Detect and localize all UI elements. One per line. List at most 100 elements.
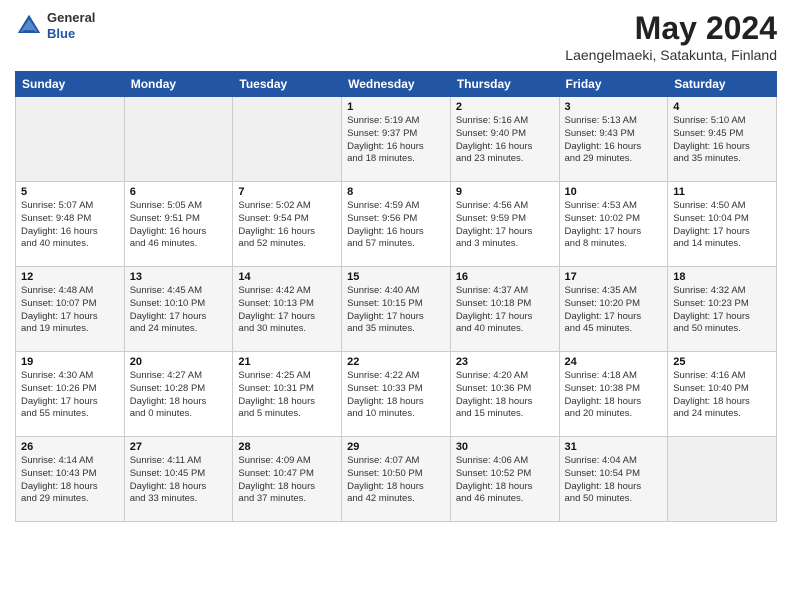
calendar-cell: 26 Sunrise: 4:14 AM Sunset: 10:43 PM Dayl… [16,437,125,522]
day-info: Sunrise: 4:22 AM Sunset: 10:33 PM Daylig… [347,370,445,421]
day-info: Sunrise: 4:30 AM Sunset: 10:26 PM Daylig… [21,370,119,421]
calendar-cell: 18Sunrise: 4:32 AM Sunset: 10:23 PM Dayl… [668,267,777,352]
day-info: Sunrise: 4:25 AM Sunset: 10:31 PM Daylig… [238,370,336,421]
calendar-cell: 14 Sunrise: 4:42 AM Sunset: 10:13 PM Dayl… [233,267,342,352]
day-number: 21 [238,356,336,368]
calendar-cell: 21 Sunrise: 4:25 AM Sunset: 10:31 PM Dayl… [233,352,342,437]
day-info: Sunrise: 4:16 AM Sunset: 10:40 PM Daylig… [673,370,771,421]
weekday-header-tuesday: Tuesday [233,72,342,97]
calendar-cell: 5Sunrise: 5:07 AM Sunset: 9:48 PM Daylig… [16,182,125,267]
day-number: 12 [21,271,119,283]
day-number: 14 [238,271,336,283]
calendar-cell: 11 Sunrise: 4:50 AM Sunset: 10:04 PM Dayl… [668,182,777,267]
weekday-header-wednesday: Wednesday [342,72,451,97]
calendar-cell: 8 Sunrise: 4:59 AM Sunset: 9:56 PM Daylig… [342,182,451,267]
day-info: Sunrise: 4:37 AM Sunset: 10:18 PM Daylig… [456,285,554,336]
calendar-cell: 25 Sunrise: 4:16 AM Sunset: 10:40 PM Dayl… [668,352,777,437]
weekday-header-sunday: Sunday [16,72,125,97]
day-number: 26 [21,441,119,453]
day-info: Sunrise: 4:40 AM Sunset: 10:15 PM Daylig… [347,285,445,336]
day-info: Sunrise: 4:59 AM Sunset: 9:56 PM Dayligh… [347,200,445,251]
day-info: Sunrise: 4:48 AM Sunset: 10:07 PM Daylig… [21,285,119,336]
day-info: Sunrise: 4:18 AM Sunset: 10:38 PM Daylig… [565,370,663,421]
day-info: Sunrise: 4:27 AM Sunset: 10:28 PM Daylig… [130,370,228,421]
day-number: 2 [456,101,554,113]
location-subtitle: Laengelmaeki, Satakunta, Finland [565,47,777,63]
day-info: Sunrise: 4:09 AM Sunset: 10:47 PM Daylig… [238,455,336,506]
calendar-cell: 6 Sunrise: 5:05 AM Sunset: 9:51 PM Daylig… [124,182,233,267]
calendar-cell: 1Sunrise: 5:19 AM Sunset: 9:37 PM Daylig… [342,97,451,182]
day-number: 7 [238,186,336,198]
day-number: 11 [673,186,771,198]
day-number: 6 [130,186,228,198]
calendar-cell: 22 Sunrise: 4:22 AM Sunset: 10:33 PM Dayl… [342,352,451,437]
day-info: Sunrise: 4:53 AM Sunset: 10:02 PM Daylig… [565,200,663,251]
page-header: General Blue May 2024 Laengelmaeki, Sata… [15,10,777,63]
calendar-cell: 30Sunrise: 4:06 AM Sunset: 10:52 PM Dayl… [450,437,559,522]
calendar-cell: 31 Sunrise: 4:04 AM Sunset: 10:54 PM Dayl… [559,437,668,522]
month-year-title: May 2024 [565,10,777,47]
logo: General Blue [15,10,95,41]
day-info: Sunrise: 4:42 AM Sunset: 10:13 PM Daylig… [238,285,336,336]
weekday-header-monday: Monday [124,72,233,97]
logo-icon [15,12,43,40]
day-number: 3 [565,101,663,113]
calendar-cell: 7Sunrise: 5:02 AM Sunset: 9:54 PM Daylig… [233,182,342,267]
calendar-cell: 16 Sunrise: 4:37 AM Sunset: 10:18 PM Dayl… [450,267,559,352]
weekday-header-thursday: Thursday [450,72,559,97]
day-info: Sunrise: 4:50 AM Sunset: 10:04 PM Daylig… [673,200,771,251]
day-info: Sunrise: 4:56 AM Sunset: 9:59 PM Dayligh… [456,200,554,251]
day-info: Sunrise: 4:20 AM Sunset: 10:36 PM Daylig… [456,370,554,421]
day-number: 1 [347,101,445,113]
day-number: 4 [673,101,771,113]
weekday-header-row: SundayMondayTuesdayWednesdayThursdayFrid… [16,72,777,97]
day-number: 25 [673,356,771,368]
day-number: 31 [565,441,663,453]
calendar-cell: 27Sunrise: 4:11 AM Sunset: 10:45 PM Dayl… [124,437,233,522]
day-info: Sunrise: 4:32 AM Sunset: 10:23 PM Daylig… [673,285,771,336]
calendar-cell [16,97,125,182]
day-number: 19 [21,356,119,368]
day-info: Sunrise: 4:14 AM Sunset: 10:43 PM Daylig… [21,455,119,506]
calendar-cell: 24 Sunrise: 4:18 AM Sunset: 10:38 PM Dayl… [559,352,668,437]
calendar-cell: 23Sunrise: 4:20 AM Sunset: 10:36 PM Dayl… [450,352,559,437]
day-number: 9 [456,186,554,198]
day-number: 10 [565,186,663,198]
calendar-cell: 12 Sunrise: 4:48 AM Sunset: 10:07 PM Dayl… [16,267,125,352]
calendar-cell: 3 Sunrise: 5:13 AM Sunset: 9:43 PM Daylig… [559,97,668,182]
weekday-header-saturday: Saturday [668,72,777,97]
logo-text: General Blue [47,10,95,41]
day-info: Sunrise: 4:07 AM Sunset: 10:50 PM Daylig… [347,455,445,506]
day-info: Sunrise: 4:45 AM Sunset: 10:10 PM Daylig… [130,285,228,336]
calendar-cell: 13Sunrise: 4:45 AM Sunset: 10:10 PM Dayl… [124,267,233,352]
calendar-table: SundayMondayTuesdayWednesdayThursdayFrid… [15,71,777,522]
day-number: 28 [238,441,336,453]
day-info: Sunrise: 5:13 AM Sunset: 9:43 PM Dayligh… [565,115,663,166]
calendar-cell: 15 Sunrise: 4:40 AM Sunset: 10:15 PM Dayl… [342,267,451,352]
calendar-cell: 28 Sunrise: 4:09 AM Sunset: 10:47 PM Dayl… [233,437,342,522]
day-info: Sunrise: 5:05 AM Sunset: 9:51 PM Dayligh… [130,200,228,251]
day-number: 8 [347,186,445,198]
calendar-cell: 2Sunrise: 5:16 AM Sunset: 9:40 PM Daylig… [450,97,559,182]
calendar-cell: 10 Sunrise: 4:53 AM Sunset: 10:02 PM Dayl… [559,182,668,267]
calendar-cell [233,97,342,182]
calendar-cell [124,97,233,182]
calendar-cell: 9 Sunrise: 4:56 AM Sunset: 9:59 PM Daylig… [450,182,559,267]
day-number: 16 [456,271,554,283]
calendar-cell [668,437,777,522]
logo-general-text: General [47,10,95,26]
day-number: 20 [130,356,228,368]
day-info: Sunrise: 4:04 AM Sunset: 10:54 PM Daylig… [565,455,663,506]
day-number: 15 [347,271,445,283]
calendar-cell: 29 Sunrise: 4:07 AM Sunset: 10:50 PM Dayl… [342,437,451,522]
day-number: 24 [565,356,663,368]
calendar-week-row: 19 Sunrise: 4:30 AM Sunset: 10:26 PM Dayl… [16,352,777,437]
calendar-week-row: 12 Sunrise: 4:48 AM Sunset: 10:07 PM Dayl… [16,267,777,352]
calendar-cell: 19 Sunrise: 4:30 AM Sunset: 10:26 PM Dayl… [16,352,125,437]
calendar-cell: 4Sunrise: 5:10 AM Sunset: 9:45 PM Daylig… [668,97,777,182]
day-number: 22 [347,356,445,368]
title-block: May 2024 Laengelmaeki, Satakunta, Finlan… [565,10,777,63]
day-number: 29 [347,441,445,453]
weekday-header-friday: Friday [559,72,668,97]
calendar-cell: 20 Sunrise: 4:27 AM Sunset: 10:28 PM Dayl… [124,352,233,437]
